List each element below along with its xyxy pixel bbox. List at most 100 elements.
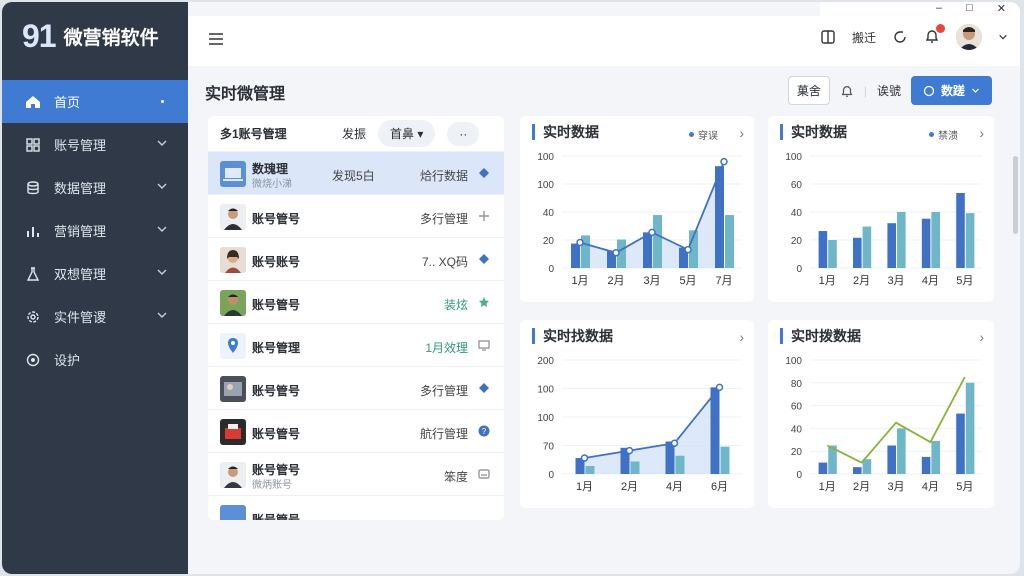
line-point xyxy=(612,248,620,257)
list-item[interactable]: 账号管号 装炫 xyxy=(208,281,504,324)
row-action-icon[interactable] xyxy=(478,339,490,351)
account-thumbnail xyxy=(220,376,246,402)
list-item[interactable]: 账号管号 多行管理 xyxy=(208,195,504,238)
bar xyxy=(585,466,595,474)
account-action[interactable]: 多行管理 xyxy=(420,382,468,399)
maximize-button[interactable]: □ xyxy=(966,2,973,16)
row-action-icon[interactable] xyxy=(478,210,490,222)
bar xyxy=(921,218,931,268)
bar xyxy=(887,223,896,268)
sidebar-item-accounts[interactable]: 账号管理 xyxy=(2,123,188,166)
account-name: 账号管号 xyxy=(252,427,301,441)
list-header-dropdown[interactable]: 首鼻 ▾ xyxy=(378,120,436,147)
filter-button[interactable]: 菓舍 xyxy=(787,76,830,105)
sidebar-item-label: 营销管理 xyxy=(54,224,107,239)
account-action[interactable]: 笨度 xyxy=(444,468,468,485)
list-header-more[interactable]: ·· xyxy=(447,121,480,146)
x-tick-label: 3月 xyxy=(643,275,660,287)
topbar-link[interactable]: 搬迁 xyxy=(852,29,876,46)
list-item[interactable]: 账号管号 xyxy=(208,496,504,520)
x-tick-label: 7月 xyxy=(715,275,732,287)
sidebar-item-marketing[interactable]: 营销管理 xyxy=(2,209,188,252)
account-name: 账号管理 xyxy=(252,341,301,355)
account-thumbnail xyxy=(220,505,246,520)
account-name: 账号账号 xyxy=(252,255,301,269)
notification-bell[interactable] xyxy=(924,23,945,47)
gear-icon xyxy=(24,309,42,325)
chart-svg: 0 20 40 100 100 1月 2月 3月 5月 7月 xyxy=(537,152,742,287)
list-item[interactable]: 账号管号 航行管理? xyxy=(208,410,504,453)
bar xyxy=(956,413,965,474)
book-icon[interactable] xyxy=(820,29,836,45)
y-tick-label: 100 xyxy=(537,180,554,191)
y-tick-label: 0 xyxy=(548,470,554,481)
list-item[interactable]: 数瑰理 微烧小涕 发现5白 烚行数据 xyxy=(208,152,504,195)
row-action-icon[interactable] xyxy=(478,253,490,265)
bell-icon[interactable] xyxy=(840,84,854,98)
account-action[interactable]: 烚行数据 xyxy=(420,167,468,184)
notification-badge xyxy=(936,23,945,33)
app-logo: 91 微营销软件 xyxy=(22,18,159,55)
list-item[interactable]: 账号账号 7.. XQ码 xyxy=(208,238,504,281)
y-tick-label: 60 xyxy=(791,402,803,413)
sidebar-item-ideas[interactable]: 双想管理 xyxy=(2,252,188,295)
row-action-icon[interactable] xyxy=(478,382,490,394)
bar xyxy=(571,243,580,268)
chart-card-3: 实时找数据 › 0 70 100 100 200 1月 2月 4月 6月 xyxy=(520,320,754,508)
account-subtitle: 微烧小涕 xyxy=(252,179,292,190)
list-item[interactable]: 账号管号 多行管理 xyxy=(208,367,504,410)
sidebar-item-settings[interactable]: 设护 xyxy=(2,338,188,381)
account-action[interactable]: 航行管理 xyxy=(420,425,468,442)
list-header-tab[interactable]: 发振 xyxy=(342,125,366,142)
y-tick-label: 100 xyxy=(785,356,802,367)
scrollbar[interactable] xyxy=(1013,156,1018,234)
account-thumbnail xyxy=(220,204,246,230)
line-point xyxy=(648,228,656,237)
chevron-down-icon xyxy=(157,226,167,232)
avatar[interactable] xyxy=(956,24,982,50)
account-thumbnail xyxy=(220,333,246,359)
account-action[interactable]: 1月效理 xyxy=(425,339,468,356)
toolbar-text-link[interactable]: 诶號 xyxy=(877,82,901,99)
dropdown-label: 首鼻 xyxy=(390,127,415,141)
refresh-icon[interactable] xyxy=(892,29,908,45)
active-dot-icon xyxy=(161,100,164,103)
list-item[interactable]: 账号管理 1月效理 xyxy=(208,324,504,367)
sidebar-item-data[interactable]: 数据管理 xyxy=(2,166,188,209)
account-action[interactable]: 多行管理 xyxy=(420,210,468,227)
account-action[interactable]: 7.. XQ码 xyxy=(422,253,468,270)
x-tick-label: 2月 xyxy=(853,481,870,493)
account-action[interactable]: 装炫 xyxy=(444,296,468,313)
bar xyxy=(897,428,906,474)
chevron-down-icon[interactable] xyxy=(998,32,1008,42)
bar xyxy=(725,215,734,268)
data-dropdown-button[interactable]: 数蹉 xyxy=(910,76,992,105)
y-tick-label: 100 xyxy=(537,385,554,396)
row-action-icon[interactable]: ? xyxy=(478,425,490,437)
list-item[interactable]: 账号管号 微炳账号 笨度 xyxy=(208,453,504,496)
y-tick-label: 70 xyxy=(543,442,555,453)
sidebar-item-home[interactable]: 首页 xyxy=(2,80,188,123)
bar xyxy=(921,456,931,474)
account-rows: 数瑰理 微烧小涕 发现5白 烚行数据 账号管号 多行管理 账号账号 7.. XQ码 账号管号 装炫… xyxy=(208,152,504,520)
sidebar-item-files[interactable]: 实件管谡 xyxy=(2,295,188,338)
minimize-button[interactable]: – xyxy=(936,2,942,16)
chart-card-1: 实时数据 穿误 › 0 20 40 100 100 1月 2月 3月 5月 7月 xyxy=(520,116,754,302)
area-fill xyxy=(584,387,720,474)
home-icon xyxy=(24,94,42,110)
row-action-icon[interactable] xyxy=(478,167,490,179)
chart-svg: 0 20 40 60 80 100 1月 2月 3月 4月 5月 xyxy=(785,356,982,493)
row-action-icon[interactable] xyxy=(478,468,490,480)
bar xyxy=(931,440,940,474)
y-tick-label: 40 xyxy=(791,424,803,435)
account-name: 账号管号 xyxy=(252,513,301,520)
menu-icon[interactable] xyxy=(208,32,224,46)
line-point xyxy=(625,446,634,455)
close-button[interactable]: ✕ xyxy=(997,2,1006,16)
top-actions: 搬迁 xyxy=(820,23,1008,50)
row-action-icon[interactable] xyxy=(478,296,490,308)
x-tick-label: 6月 xyxy=(711,481,728,493)
y-tick-label: 40 xyxy=(791,208,803,219)
y-tick-label: 100 xyxy=(537,413,554,424)
bar xyxy=(965,382,975,474)
